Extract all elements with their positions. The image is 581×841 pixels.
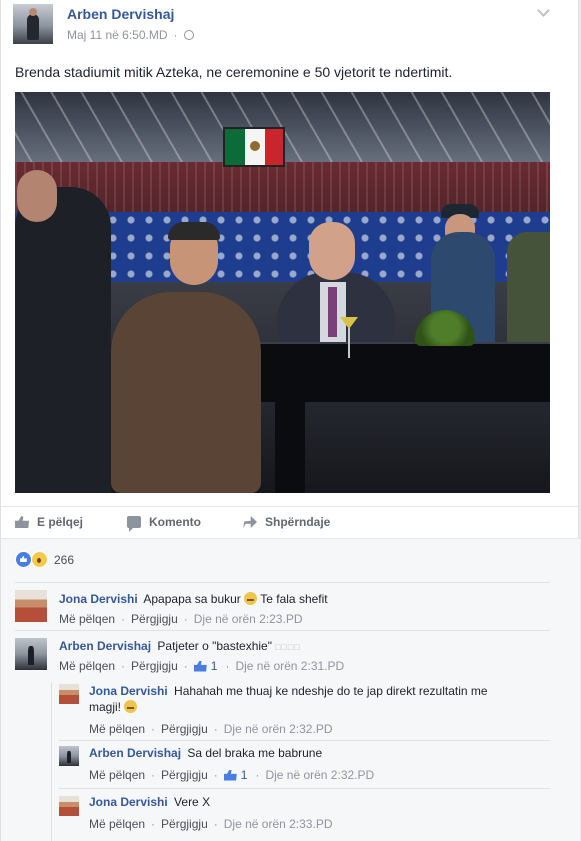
reply-text: Arben Dervishaj Sa del braka me babrune: [89, 746, 323, 760]
comment-like-count[interactable]: 1: [211, 659, 218, 673]
like-count-icon: [223, 769, 237, 781]
avatar[interactable]: [59, 746, 79, 766]
reply-reply-link[interactable]: Përgjigju: [161, 817, 208, 831]
share-button[interactable]: Shpërndaje: [243, 515, 330, 529]
comment-reply-link[interactable]: Përgjigju: [131, 612, 178, 626]
comment-like-link[interactable]: Më pëlqen: [59, 659, 115, 673]
avatar[interactable]: [15, 590, 47, 622]
reply-reply-link[interactable]: Përgjigju: [161, 722, 208, 736]
comment-like-link[interactable]: Më pëlqen: [59, 612, 115, 626]
grimace-emoji-icon: [244, 592, 258, 605]
comment-time[interactable]: Dje në orën 2:23.PD: [194, 612, 303, 626]
reply-like-count[interactable]: 1: [241, 768, 248, 782]
reply-time[interactable]: Dje në orën 2:32.PD: [224, 722, 333, 736]
avatar[interactable]: [59, 684, 79, 704]
comment-button[interactable]: Komento: [127, 515, 201, 532]
reply-author[interactable]: Arben Dervishaj: [89, 746, 181, 760]
reply-thread-line: [51, 682, 52, 841]
action-bar: E pëlqej Komento Shpërndaje: [1, 506, 580, 536]
stadium-screen: [223, 127, 285, 167]
author-name[interactable]: Arben Dervishaj: [67, 6, 174, 22]
post-card: Arben Dervishaj Maj 11 në 6:50.MD · Bren…: [0, 0, 580, 841]
reply-meta: Më pëlqen · Përgjigju · Dje në orën 2:32…: [89, 722, 333, 736]
post-photo[interactable]: [15, 92, 550, 493]
reply-time[interactable]: Dje në orën 2:32.PD: [265, 768, 374, 782]
reply-meta: Më pëlqen · Përgjigju · Dje në orën 2:33…: [89, 817, 333, 831]
comment-meta: Më pëlqen · Përgjigju · Dje në orën 2:23…: [59, 612, 303, 626]
grimace-emoji-icon: [124, 700, 138, 713]
reply-text-line2: magji!: [89, 700, 138, 714]
comment-text: Arben Dervishaj Patjeter o "bastexhie" □□…: [59, 639, 301, 653]
comment-author[interactable]: Arben Dervishaj: [59, 639, 151, 653]
globe-icon[interactable]: [183, 30, 194, 40]
post-text: Brenda stadiumit mitik Azteka, ne ceremo…: [15, 64, 453, 80]
meta-separator: ·: [173, 28, 178, 42]
comments-section: Jona Dervishi Apapapa sa bukur Te fala s…: [1, 582, 580, 841]
comment-author[interactable]: Jona Dervishi: [59, 592, 138, 606]
reactions-summary[interactable]: 266: [1, 538, 580, 582]
share-icon: [243, 516, 257, 528]
author-avatar[interactable]: [13, 4, 53, 44]
reply-reply-link[interactable]: Përgjigju: [161, 768, 208, 782]
reply-text: Jona Dervishi Vere X: [89, 795, 211, 809]
like-button[interactable]: E pëlqej: [15, 515, 83, 529]
reply-like-link[interactable]: Më pëlqen: [89, 768, 145, 782]
like-icon: [15, 516, 29, 528]
reply-text: Jona Dervishi Hahahah me thuaj ke ndeshj…: [89, 684, 488, 698]
like-reaction-icon: [15, 551, 32, 568]
comment-time[interactable]: Dje në orën 2:31.PD: [235, 659, 344, 673]
reply-like-link[interactable]: Më pëlqen: [89, 817, 145, 831]
post-meta: Maj 11 në 6:50.MD ·: [67, 28, 194, 42]
avatar[interactable]: [15, 638, 47, 670]
comment-icon: [127, 516, 141, 532]
comment-text: Jona Dervishi Apapapa sa bukur Te fala s…: [59, 592, 328, 606]
reply-meta: Më pëlqen · Përgjigju · 1 · Dje në orën …: [89, 768, 375, 782]
reply-like-link[interactable]: Më pëlqen: [89, 722, 145, 736]
comment-reply-link[interactable]: Përgjigju: [131, 659, 178, 673]
reply-time[interactable]: Dje në orën 2:33.PD: [224, 817, 333, 831]
comment-meta: Më pëlqen · Përgjigju · 1 · Dje në orën …: [59, 659, 345, 673]
post-timestamp[interactable]: Maj 11 në 6:50.MD: [67, 28, 168, 42]
reply-author[interactable]: Jona Dervishi: [89, 795, 168, 809]
avatar[interactable]: [59, 796, 79, 816]
chevron-down-icon[interactable]: [537, 4, 550, 17]
like-count-icon: [193, 660, 207, 672]
reply-author[interactable]: Jona Dervishi: [89, 684, 168, 698]
wow-reaction-icon: [31, 551, 48, 568]
reaction-count[interactable]: 266: [54, 553, 74, 567]
